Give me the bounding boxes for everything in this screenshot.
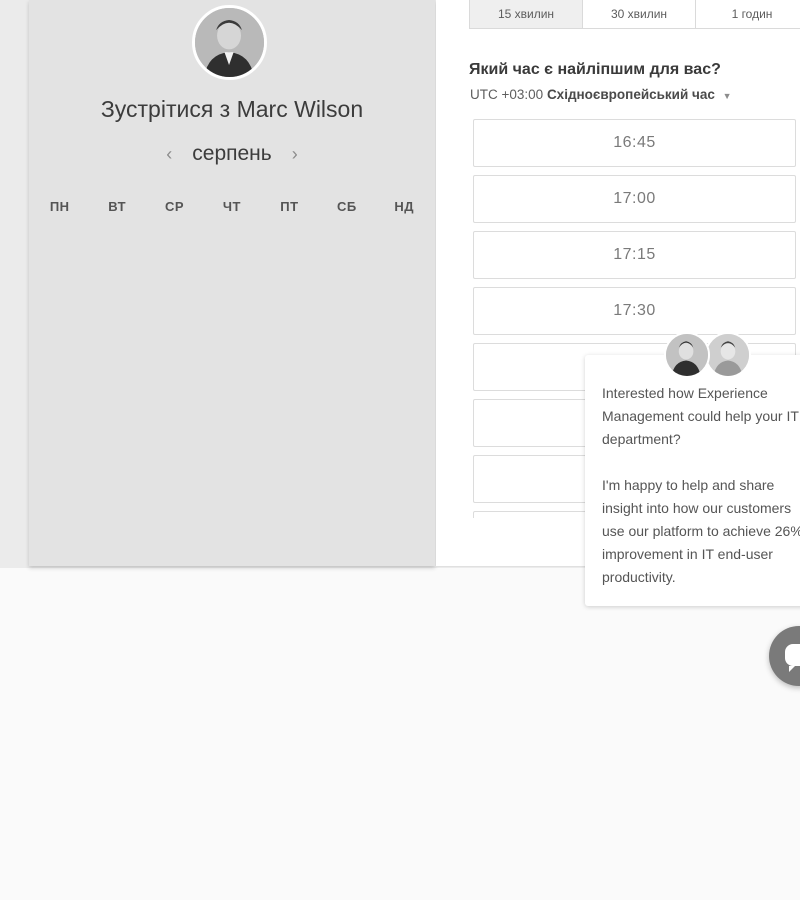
weekday-header: ПН ВТ СР ЧТ ПТ СБ НД	[29, 199, 435, 214]
month-navigation: ‹ серпень ›	[29, 140, 435, 168]
host-avatar	[192, 5, 267, 80]
time-slot[interactable]: 17:15	[473, 231, 796, 279]
weekday-mon: ПН	[49, 199, 70, 214]
month-label: серпень	[192, 142, 272, 165]
chat-launcher-button[interactable]	[769, 626, 800, 686]
chevron-left-icon[interactable]: ‹	[166, 144, 172, 165]
timezone-selector[interactable]: UTC +03:00 Східноєвропейський час ▼	[470, 87, 732, 102]
tab-15-minutes[interactable]: 15 хвилин	[470, 0, 583, 28]
duration-tabs: 15 хвилин 30 хвилин 1 годин	[469, 0, 800, 29]
chat-bubble-icon	[785, 644, 800, 672]
time-slot[interactable]: 17:00	[473, 175, 796, 223]
chevron-right-icon[interactable]: ›	[292, 144, 298, 165]
weekday-sat: СБ	[336, 199, 357, 214]
weekday-tue: ВТ	[108, 199, 127, 214]
weekday-thu: ЧТ	[222, 199, 241, 214]
chat-message-intro: Interested how Experience Management cou…	[602, 385, 799, 447]
weekday-fri: ПТ	[280, 199, 299, 214]
time-question-heading: Який час є найліпшим для вас?	[469, 61, 721, 78]
meet-title: Зустрітися з Marc Wilson	[29, 96, 435, 123]
meet-prefix: Зустрітися з	[100, 96, 231, 122]
time-slot[interactable]: 17:30	[473, 287, 796, 335]
timezone-name: Східноєвропейський час	[546, 87, 715, 102]
weekday-wed: СР	[165, 199, 185, 214]
tab-1-hour[interactable]: 1 годин	[696, 0, 800, 28]
host-name: Marc Wilson	[236, 96, 364, 122]
chat-invite-popup[interactable]: Interested how Experience Management cou…	[585, 355, 800, 606]
tab-30-minutes[interactable]: 30 хвилин	[583, 0, 696, 28]
chat-message-body: I'm happy to help and share insight into…	[602, 477, 800, 585]
weekday-sun: НД	[394, 199, 415, 214]
chat-message: Interested how Experience Management cou…	[602, 382, 800, 612]
timezone-offset: UTC +03:00	[470, 87, 544, 102]
agent-avatar-icon	[664, 332, 710, 378]
time-slot[interactable]: 16:45	[473, 119, 796, 167]
person-portrait-icon	[195, 8, 264, 77]
host-calendar-panel: Зустрітися з Marc Wilson ‹ серпень › ПН …	[29, 0, 435, 566]
agent-avatar-icon	[705, 332, 751, 378]
caret-down-icon: ▼	[722, 91, 732, 101]
